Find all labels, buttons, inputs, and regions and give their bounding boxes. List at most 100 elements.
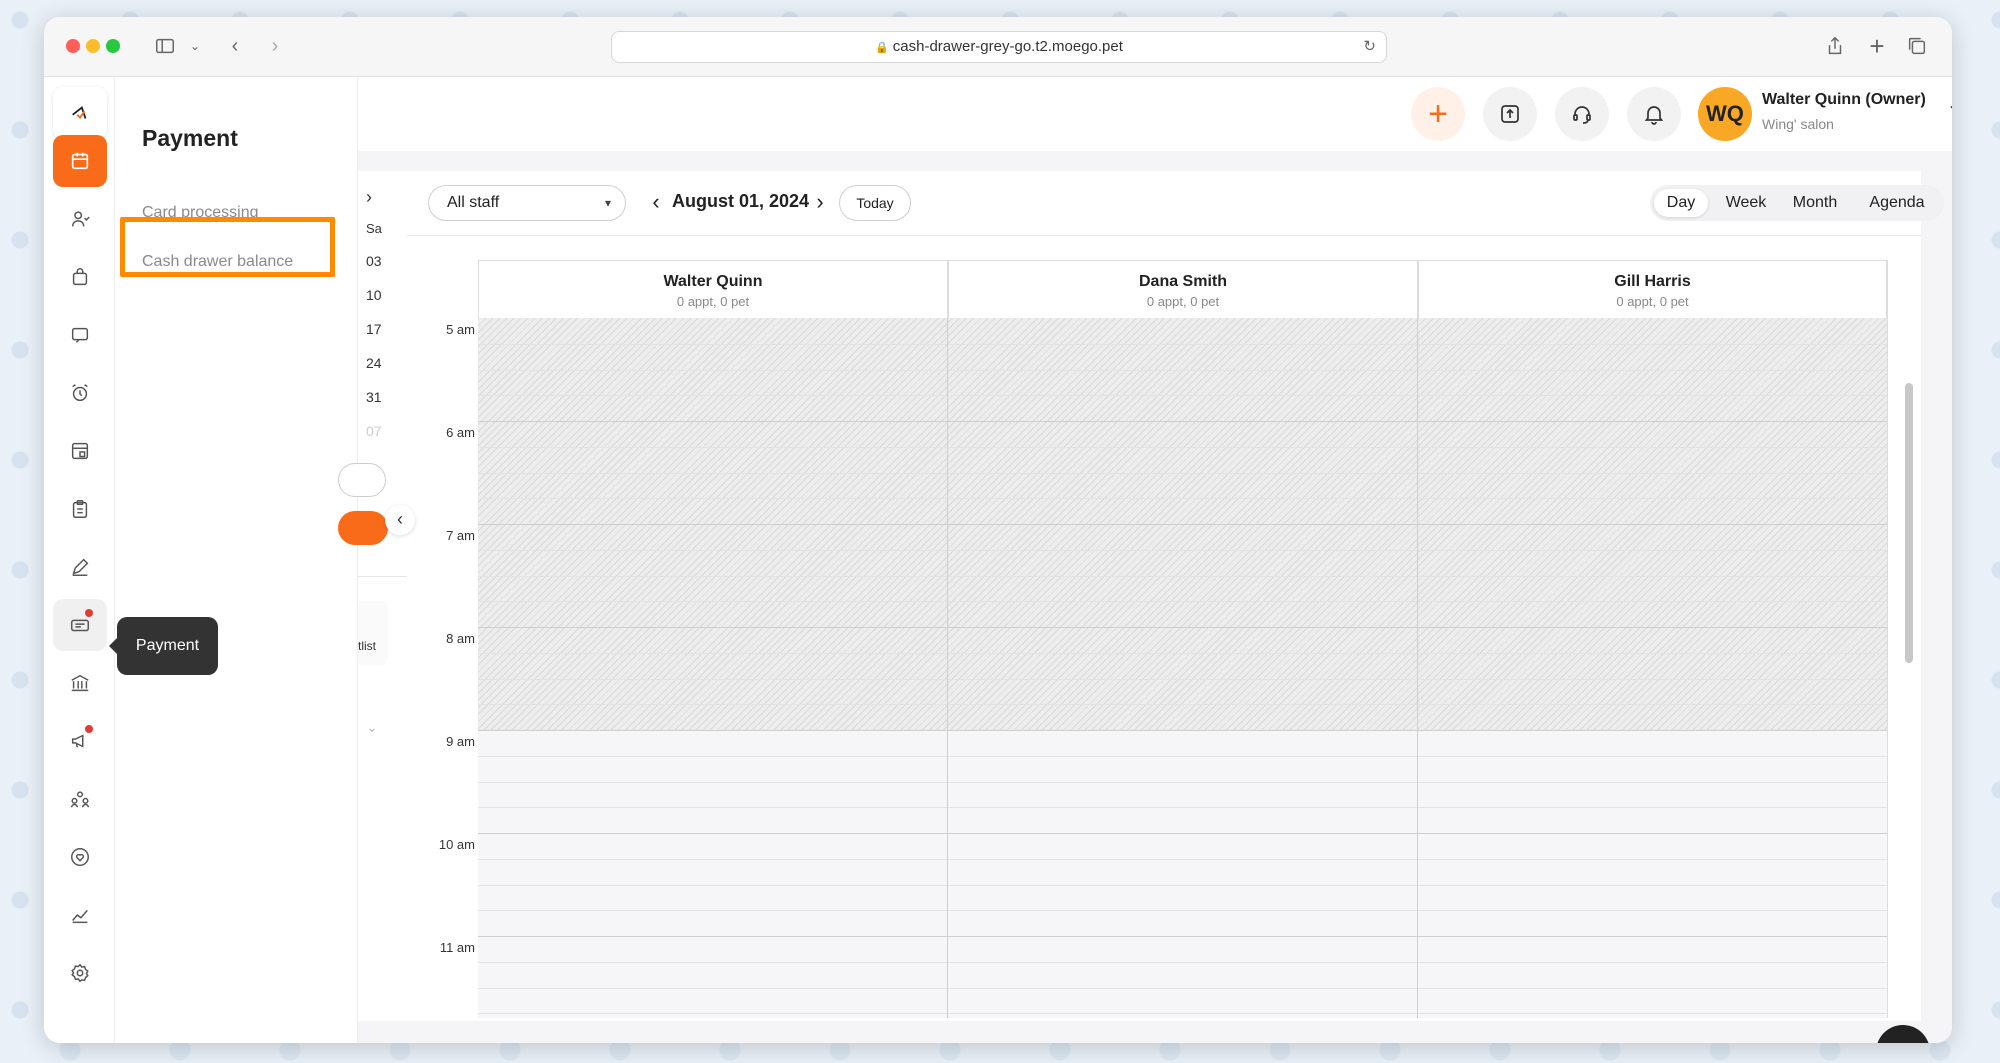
- main-content: + WQ Walter Quinn (Owner) Wing' salon › …: [338, 77, 1952, 1043]
- staff-filter-select[interactable]: All staff ▾: [428, 185, 626, 221]
- time-slots[interactable]: [478, 318, 1887, 1018]
- waitlist-tab[interactable]: tlist: [358, 601, 388, 665]
- hour-line: [478, 936, 1887, 937]
- user-name[interactable]: Walter Quinn (Owner): [1762, 91, 1926, 109]
- chevron-down-icon[interactable]: ⌄: [184, 35, 206, 57]
- alarm-clock-icon[interactable]: [53, 367, 107, 419]
- mini-day[interactable]: 03: [366, 253, 382, 269]
- reports-chart-icon[interactable]: [53, 889, 107, 941]
- mini-day[interactable]: 24: [366, 355, 382, 371]
- user-salon: Wing' salon: [1762, 116, 1834, 132]
- today-button[interactable]: Today: [839, 185, 911, 221]
- quarter-line: [478, 961, 1887, 963]
- hour-label: 6 am: [446, 425, 475, 440]
- new-tab-icon[interactable]: +: [1866, 33, 1888, 59]
- share-icon[interactable]: [1824, 35, 1846, 57]
- upload-button[interactable]: [1483, 87, 1537, 141]
- icon-rail: [44, 77, 115, 1043]
- quarter-line: [478, 575, 1887, 577]
- tab-month[interactable]: Month: [1782, 189, 1848, 217]
- hour-label: 7 am: [446, 528, 475, 543]
- sidebar-toggle-icon[interactable]: [154, 35, 176, 57]
- chevron-down-icon[interactable]: [1946, 99, 1952, 119]
- message-icon[interactable]: [53, 309, 107, 361]
- current-date[interactable]: August 01, 2024: [672, 191, 809, 212]
- pen-icon[interactable]: [53, 541, 107, 593]
- prev-day-button[interactable]: ‹: [644, 187, 668, 217]
- quarter-line: [478, 910, 1887, 912]
- mini-day[interactable]: 31: [366, 389, 382, 405]
- quarter-line: [478, 807, 1887, 809]
- clients-icon[interactable]: [53, 193, 107, 245]
- grid-scrollbar[interactable]: [1905, 383, 1913, 663]
- notification-dot: [85, 725, 93, 733]
- quarter-line: [478, 446, 1887, 448]
- collapse-panel-button[interactable]: ‹: [385, 505, 415, 535]
- reload-icon[interactable]: ↻: [1363, 32, 1376, 62]
- calendar-icon[interactable]: [53, 135, 107, 187]
- mini-calendar-partial: › Sa 03 10 17 24 31 07 tlist ⌄: [338, 171, 407, 1021]
- hour-label: 8 am: [446, 631, 475, 646]
- mini-day[interactable]: 07: [366, 423, 382, 439]
- quarter-line: [478, 858, 1887, 860]
- back-icon[interactable]: ‹: [224, 35, 246, 57]
- quarter-line: [478, 884, 1887, 886]
- settings-gear-icon[interactable]: [53, 947, 107, 999]
- clipboard-icon[interactable]: [53, 483, 107, 535]
- tab-agenda[interactable]: Agenda: [1856, 189, 1938, 217]
- day-grid: Walter Quinn 0 appt, 0 pet Dana Smith 0 …: [407, 236, 1921, 1021]
- hour-line: [478, 627, 1887, 628]
- quarter-line: [478, 987, 1887, 989]
- storefront-icon[interactable]: [53, 425, 107, 477]
- payment-icon[interactable]: [53, 599, 107, 651]
- bottom-gap: [407, 1021, 1921, 1043]
- quarter-line: [478, 755, 1887, 757]
- forward-icon[interactable]: ›: [264, 35, 286, 57]
- column-divider: [1417, 318, 1418, 1018]
- notifications-bell-button[interactable]: [1627, 87, 1681, 141]
- quarter-line: [478, 1013, 1887, 1015]
- browser-window: ⌄ ‹ › 🔒 cash-drawer-grey-go.t2.moego.pet …: [44, 17, 1952, 1043]
- hour-label: 11 am: [439, 940, 475, 955]
- user-avatar[interactable]: WQ: [1698, 87, 1752, 141]
- tab-day[interactable]: Day: [1654, 189, 1708, 217]
- quarter-line: [478, 549, 1887, 551]
- megaphone-icon[interactable]: [53, 715, 107, 767]
- notification-dot: [85, 609, 93, 617]
- address-bar[interactable]: 🔒 cash-drawer-grey-go.t2.moego.pet ↻: [611, 31, 1387, 63]
- calendar-toolbar: All staff ▾ ‹ August 01, 2024 › Today Da…: [407, 171, 1944, 236]
- staff-column-header[interactable]: Dana Smith 0 appt, 0 pet: [948, 260, 1418, 318]
- close-window-button[interactable]: [66, 39, 80, 53]
- retail-bag-icon[interactable]: [53, 251, 107, 303]
- chevron-right-icon[interactable]: ›: [366, 187, 372, 208]
- staff-column-header[interactable]: Walter Quinn 0 appt, 0 pet: [478, 260, 948, 318]
- top-bar: + WQ Walter Quinn (Owner) Wing' salon: [358, 77, 1952, 151]
- staff-appt-count: 0 appt, 0 pet: [1146, 294, 1220, 309]
- heart-person-icon[interactable]: [53, 831, 107, 883]
- bank-icon[interactable]: [53, 657, 107, 709]
- staff-name: Gill Harris: [1614, 273, 1691, 290]
- moego-logo-icon[interactable]: [53, 87, 107, 139]
- chevron-down-icon[interactable]: ⌄: [366, 719, 378, 736]
- hour-line: [478, 833, 1887, 834]
- calendar-panel: All staff ▾ ‹ August 01, 2024 › Today Da…: [407, 171, 1944, 1021]
- mini-partial-input[interactable]: [338, 463, 386, 497]
- tab-overview-icon[interactable]: [1906, 35, 1928, 57]
- minimize-window-button[interactable]: [86, 39, 100, 53]
- maximize-window-button[interactable]: [106, 39, 120, 53]
- support-headset-button[interactable]: [1555, 87, 1609, 141]
- mini-day[interactable]: 17: [366, 321, 382, 337]
- tab-week[interactable]: Week: [1716, 189, 1776, 217]
- quick-add-button[interactable]: +: [1411, 87, 1465, 141]
- mini-partial-button[interactable]: [338, 511, 388, 545]
- lock-icon: 🔒: [875, 42, 889, 54]
- team-icon[interactable]: [53, 773, 107, 825]
- quarter-line: [478, 369, 1887, 371]
- next-day-button[interactable]: ›: [808, 187, 832, 217]
- staff-name: Walter Quinn: [663, 273, 763, 290]
- hour-label: 5 am: [446, 322, 475, 337]
- hour-label: 9 am: [446, 734, 475, 749]
- staff-column-header[interactable]: Gill Harris 0 appt, 0 pet: [1418, 260, 1887, 318]
- divider: [358, 576, 407, 577]
- mini-day[interactable]: 10: [366, 287, 382, 303]
